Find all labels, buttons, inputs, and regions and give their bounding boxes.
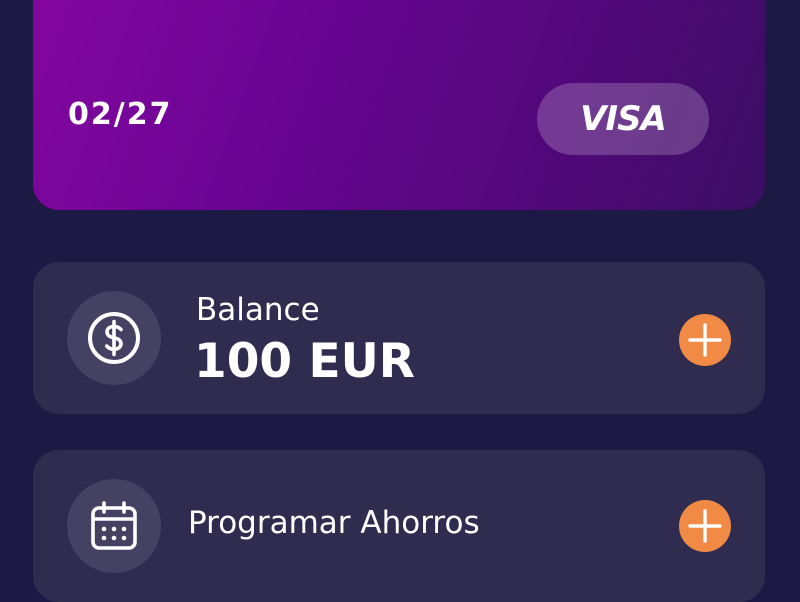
add-balance-button[interactable] — [679, 314, 731, 366]
balance-label: Balance — [196, 292, 320, 328]
balance-tile: Balance 100 EUR — [33, 262, 765, 414]
card-brand-badge: VISA — [537, 83, 709, 155]
schedule-savings-label: Programar Ahorros — [188, 505, 480, 541]
plus-icon — [688, 509, 722, 543]
add-savings-button[interactable] — [679, 500, 731, 552]
savings-icon-wrapper — [67, 479, 161, 573]
dollar-circle-icon — [88, 312, 140, 364]
balance-amount: 100 EUR — [194, 334, 415, 389]
calendar-icon — [91, 501, 137, 550]
balance-icon-wrapper — [67, 291, 161, 385]
schedule-savings-tile[interactable]: Programar Ahorros — [33, 450, 765, 602]
card-expiry-date: 02/27 — [68, 97, 173, 132]
plus-icon — [688, 323, 722, 357]
payment-card[interactable]: 02/27 VISA — [33, 0, 765, 210]
visa-logo: VISA — [580, 99, 667, 139]
